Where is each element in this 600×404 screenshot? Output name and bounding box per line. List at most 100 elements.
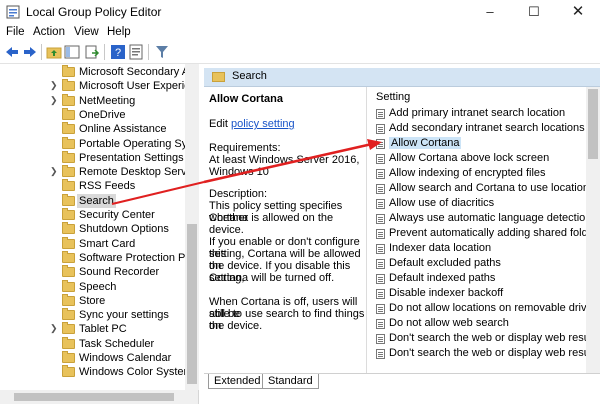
folder-icon <box>62 322 75 335</box>
show-hide-tree-icon[interactable] <box>64 44 80 60</box>
tree-item-label: Microsoft Secondary Auth <box>79 66 186 78</box>
setting-label: Default indexed paths <box>389 272 496 284</box>
tab-extended[interactable]: Extended <box>208 374 267 389</box>
tree-horizontal-scrollbar[interactable] <box>0 390 198 404</box>
tree-item-label: Store <box>79 294 106 307</box>
edit-line: Edit policy setting <box>209 118 295 130</box>
setting-row[interactable]: Default excluded paths <box>374 256 586 271</box>
tree-item[interactable]: RSS Feeds <box>0 179 186 193</box>
forward-arrow-icon[interactable] <box>22 44 38 60</box>
setting-row[interactable]: Allow search and Cortana to use location <box>374 181 586 196</box>
tree-item[interactable]: OneDrive <box>0 107 186 122</box>
setting-label: Prevent automatically adding shared fold… <box>389 227 586 239</box>
tree-vertical-scrollbar[interactable] <box>185 64 199 390</box>
minimize-button[interactable]: – <box>468 0 512 24</box>
export-list-icon[interactable] <box>84 44 100 60</box>
settings-scroll-thumb[interactable] <box>588 89 598 159</box>
toolbar-separator <box>41 44 42 60</box>
tree-scroll-thumb[interactable] <box>187 224 197 384</box>
properties-icon[interactable] <box>128 44 144 60</box>
setting-row[interactable]: Allow Cortana <box>374 136 586 151</box>
policy-setting-link[interactable]: policy setting <box>231 118 295 130</box>
tree-item[interactable]: Portable Operating Syster <box>0 136 186 151</box>
setting-row[interactable]: Disable indexer backoff <box>374 286 586 301</box>
edit-prefix: Edit <box>209 118 228 130</box>
chevron-right-icon[interactable]: ❯ <box>50 80 58 91</box>
menu-view[interactable]: View <box>74 26 99 38</box>
setting-row[interactable]: Allow Cortana above lock screen <box>374 151 586 166</box>
setting-row[interactable]: Prevent automatically adding shared fold… <box>374 226 586 241</box>
tree-item-label: Speech <box>79 280 117 293</box>
policy-setting-icon <box>376 319 385 329</box>
setting-column-header[interactable]: Setting <box>376 91 410 103</box>
folder-icon <box>62 107 75 120</box>
maximize-button[interactable]: ☐ <box>512 0 556 24</box>
chevron-right-icon[interactable]: ❯ <box>50 323 58 334</box>
title-bar: Local Group Policy Editor – ☐ ✕ <box>0 0 600 24</box>
close-button[interactable]: ✕ <box>556 0 600 24</box>
tree-item[interactable]: Sync your settings <box>0 308 186 322</box>
policy-setting-icon <box>376 124 385 134</box>
tree-item-label: RSS Feeds <box>79 180 136 193</box>
menu-action[interactable]: Action <box>33 26 65 38</box>
tree-item[interactable]: Security Center <box>0 208 186 222</box>
setting-row[interactable]: Add primary intranet search location <box>374 106 586 121</box>
enable-line-4: Cortana will be turned off. <box>209 272 335 284</box>
tree-item[interactable]: Speech <box>0 279 186 294</box>
setting-label: Don't search the web or display web resu… <box>389 332 586 344</box>
tree-item[interactable]: Store <box>0 293 186 308</box>
menu-file[interactable]: File <box>6 26 25 38</box>
tree-item[interactable]: Windows Color System <box>0 365 186 379</box>
setting-row[interactable]: Do not allow web search <box>374 316 586 331</box>
tree-hscroll-thumb[interactable] <box>14 393 174 401</box>
settings-vertical-scrollbar[interactable] <box>586 87 600 373</box>
back-arrow-icon[interactable] <box>4 44 20 60</box>
tree-item[interactable]: Windows Calendar <box>0 351 186 365</box>
setting-label: Disable indexer backoff <box>389 287 504 299</box>
tree-item[interactable]: Smart Card <box>0 236 186 251</box>
chevron-right-icon[interactable]: ❯ <box>50 95 58 106</box>
tree-item[interactable]: Software Protection Platfo <box>0 250 186 265</box>
policy-setting-icon <box>376 334 385 344</box>
tree-item[interactable]: ❯ Tablet PC <box>0 322 186 336</box>
tab-standard[interactable]: Standard <box>262 374 319 389</box>
setting-row[interactable]: Indexer data location <box>374 241 586 256</box>
setting-row[interactable]: Don't search the web or display web resu… <box>374 346 586 361</box>
setting-label: Allow Cortana above lock screen <box>389 152 550 164</box>
tree-item[interactable]: Presentation Settings <box>0 150 186 165</box>
tree-item[interactable]: Search <box>0 193 186 208</box>
setting-row[interactable]: Don't search the web or display web resu… <box>374 331 586 346</box>
chevron-right-icon[interactable]: ❯ <box>50 166 58 177</box>
setting-row[interactable]: Add secondary intranet search locations <box>374 121 586 136</box>
tree-item[interactable]: Sound Recorder <box>0 265 186 279</box>
tree-item-label: Sound Recorder <box>79 266 160 279</box>
up-folder-icon[interactable] <box>46 44 62 60</box>
tree-item[interactable]: Microsoft Secondary Auth <box>0 65 186 79</box>
folder-icon <box>62 365 75 378</box>
requirements-label: Requirements: <box>209 142 281 154</box>
folder-icon <box>62 122 75 135</box>
svg-text:?: ? <box>115 47 121 59</box>
tree-item[interactable]: Online Assistance <box>0 122 186 136</box>
folder-icon <box>62 79 75 92</box>
setting-row[interactable]: Allow use of diacritics <box>374 196 586 211</box>
tree-item[interactable]: ❯ Microsoft User Experience <box>0 79 186 93</box>
setting-row[interactable]: Allow indexing of encrypted files <box>374 166 586 181</box>
setting-row[interactable]: Do not allow locations on removable driv… <box>374 301 586 316</box>
setting-row[interactable]: Default indexed paths <box>374 271 586 286</box>
help-icon[interactable]: ? <box>110 44 126 60</box>
description-line-2: Cortana is allowed on the device. <box>209 212 334 236</box>
pane-header-title: Search <box>232 70 267 82</box>
setting-row[interactable]: Always use automatic language detection … <box>374 211 586 226</box>
policy-setting-icon <box>376 349 385 359</box>
menu-help[interactable]: Help <box>107 26 131 38</box>
tree-item[interactable]: Task Scheduler <box>0 336 186 351</box>
tree-item-label: Windows Color System <box>79 366 186 379</box>
window-title: Local Group Policy Editor <box>26 5 162 19</box>
tree-item[interactable]: ❯ NetMeeting <box>0 93 186 108</box>
tree-item-label: Sync your settings <box>79 309 169 322</box>
filter-icon[interactable] <box>154 44 170 60</box>
tree-item[interactable]: Shutdown Options <box>0 222 186 236</box>
setting-label: Allow indexing of encrypted files <box>389 167 546 179</box>
tree-item[interactable]: ❯ Remote Desktop Services <box>0 165 186 179</box>
